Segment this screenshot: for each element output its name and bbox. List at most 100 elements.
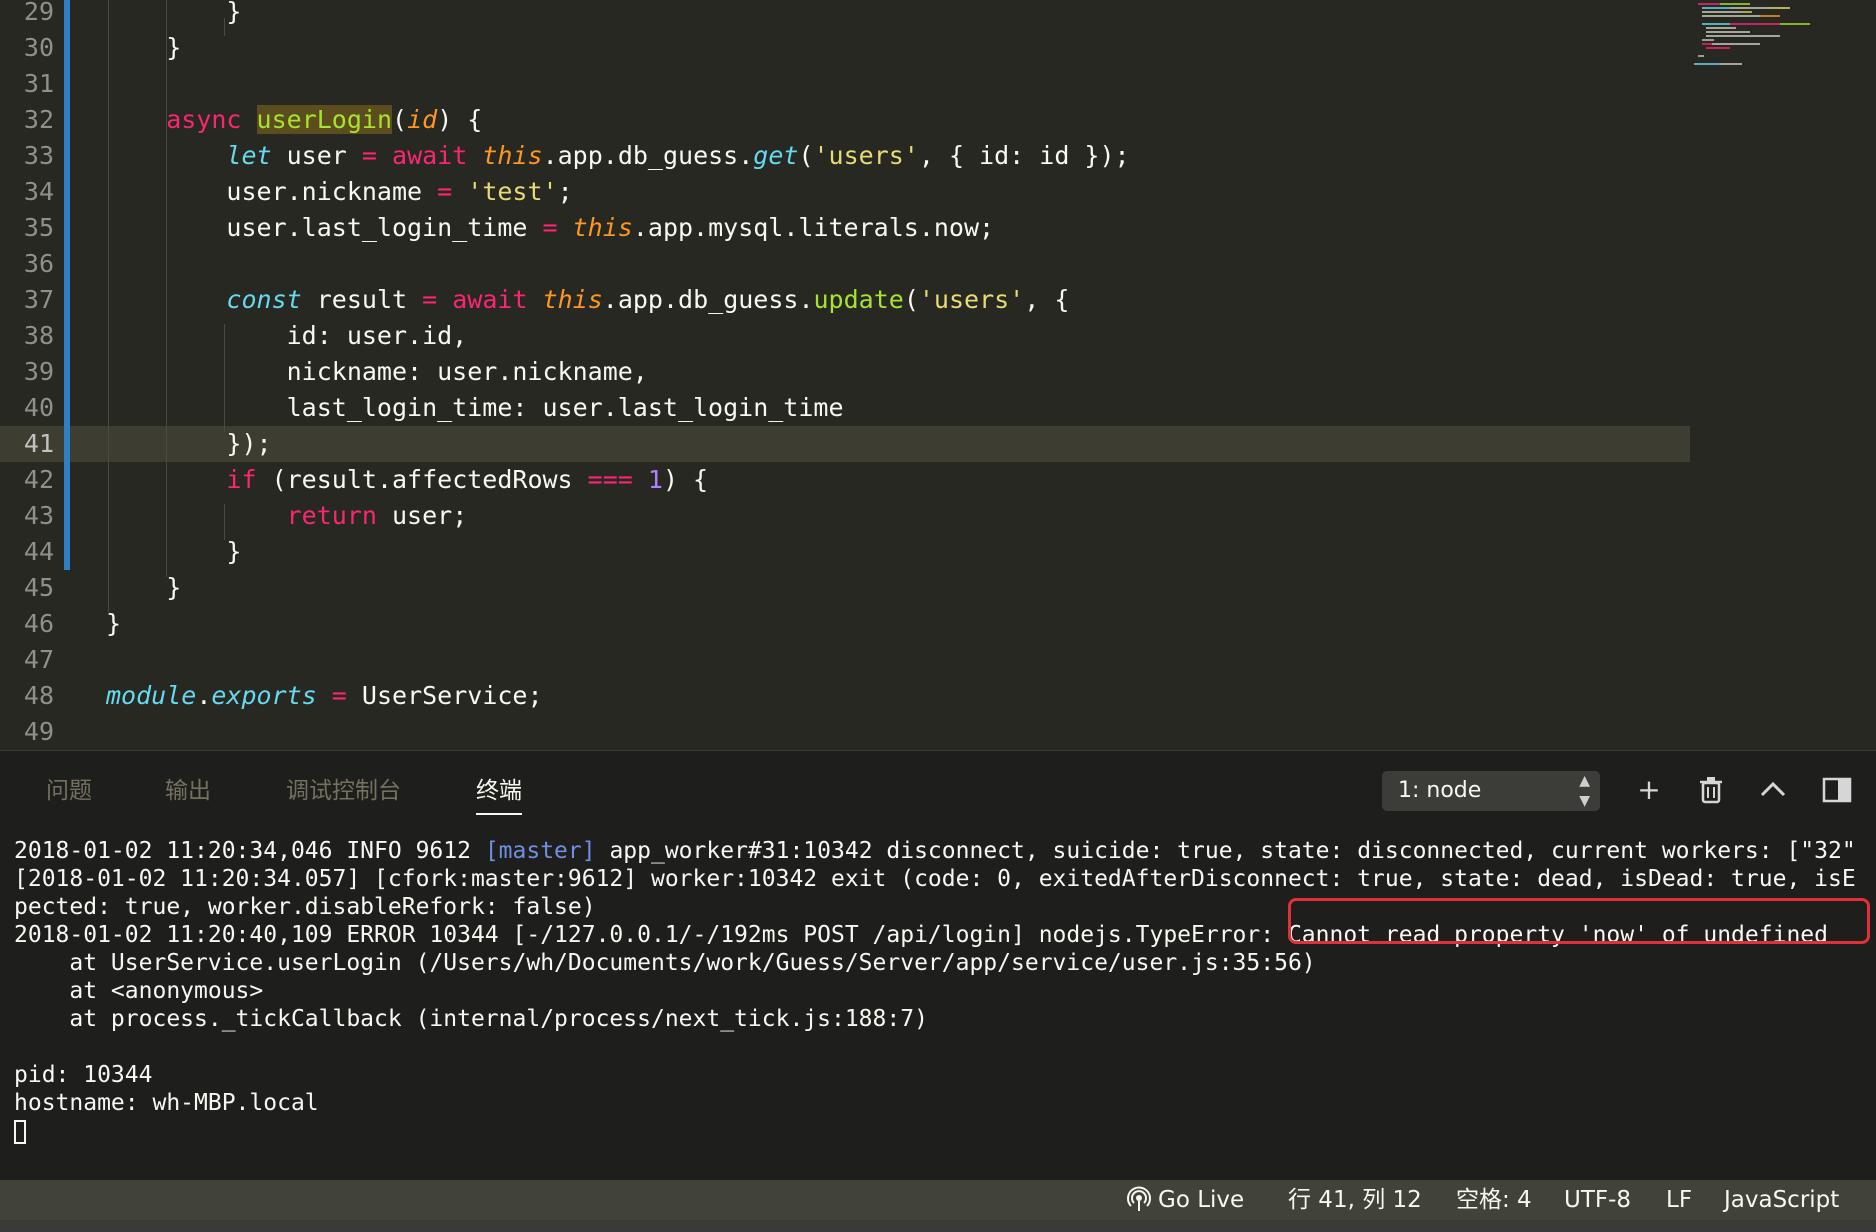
code-line[interactable]: 46} bbox=[0, 606, 1690, 642]
code-line[interactable]: 36 bbox=[0, 246, 1690, 282]
code-line[interactable]: 37 const result = await this.app.db_gues… bbox=[0, 282, 1690, 318]
code-line[interactable]: 31 bbox=[0, 66, 1690, 102]
code-token: id bbox=[407, 105, 438, 134]
code-line[interactable]: 48 module.exports = UserService; bbox=[0, 678, 1690, 714]
select-arrows-icon: ▲ ▼ bbox=[1579, 773, 1590, 809]
code-token: ( bbox=[903, 285, 919, 314]
tab-debug-console[interactable]: 调试控制台 bbox=[286, 771, 401, 805]
git-modified-bar bbox=[64, 0, 70, 570]
code-line[interactable]: 49 bbox=[0, 714, 1690, 750]
code-token: if bbox=[226, 465, 257, 494]
indent-guide bbox=[166, 0, 167, 577]
go-live-label: Go Live bbox=[1158, 1187, 1245, 1213]
terminal-select[interactable]: 1: node ▲ ▼ bbox=[1382, 771, 1600, 811]
encoding-setting[interactable]: UTF-8 bbox=[1564, 1180, 1631, 1220]
code-token: ; bbox=[557, 177, 573, 206]
code-line[interactable]: 30 } bbox=[0, 30, 1690, 66]
code-line[interactable]: 45 } bbox=[0, 570, 1690, 606]
code-line[interactable]: 29 } bbox=[0, 0, 1690, 30]
terminal-line: [2018-01-02 11:20:34.057] [cfork:master:… bbox=[14, 865, 1874, 893]
go-live-button[interactable]: Go Live bbox=[1126, 1180, 1244, 1220]
tab-output[interactable]: 输出 bbox=[165, 771, 211, 805]
terminal-line: at <anonymous> bbox=[14, 977, 1874, 1005]
terminal-text: hostname: wh-MBP.local bbox=[14, 1090, 319, 1116]
error-highlight-box bbox=[1288, 898, 1870, 944]
line-number: 48 bbox=[23, 681, 54, 710]
code-line[interactable]: 47 bbox=[0, 642, 1690, 678]
code-token: update bbox=[813, 285, 904, 314]
code-token: async bbox=[166, 105, 242, 134]
code-token: nickname: user.nickname, bbox=[106, 357, 648, 386]
code-token: this bbox=[572, 213, 633, 242]
terminal-text: at process._tickCallback (internal/proce… bbox=[14, 1006, 928, 1032]
line-number: 43 bbox=[23, 501, 54, 530]
close-panel-button[interactable] bbox=[1820, 773, 1854, 807]
code-line[interactable]: 35 user.last_login_time = this.app.mysql… bbox=[0, 210, 1690, 246]
code-token: get bbox=[753, 141, 799, 170]
code-line[interactable]: 34 user.nickname = 'test'; bbox=[0, 174, 1690, 210]
terminal-text: pid: 10344 bbox=[14, 1062, 153, 1088]
add-terminal-button[interactable]: + bbox=[1632, 773, 1666, 807]
code-text: id: user.id, bbox=[106, 318, 468, 354]
line-number: 45 bbox=[23, 573, 54, 602]
code-text: last_login_time: user.last_login_time bbox=[106, 390, 844, 426]
code-token: } bbox=[106, 537, 242, 566]
indent-guide bbox=[224, 324, 225, 432]
trash-icon bbox=[1700, 777, 1722, 804]
code-token: let bbox=[226, 141, 272, 170]
code-token: 'users' bbox=[813, 141, 919, 170]
code-token: } bbox=[106, 0, 242, 26]
indentation-setting[interactable]: 空格: 4 bbox=[1456, 1180, 1532, 1220]
code-line[interactable]: 43 return user; bbox=[0, 498, 1690, 534]
code-editor[interactable]: 29 } 30 } 31 32 async userLogin(id) {33 let… bbox=[0, 0, 1876, 750]
code-token: id: user.id, bbox=[106, 321, 468, 350]
line-number: 34 bbox=[23, 177, 54, 206]
tab-terminal[interactable]: 终端 bbox=[476, 771, 522, 815]
code-token: . bbox=[196, 681, 212, 710]
code-line[interactable]: 39 nickname: user.nickname, bbox=[0, 354, 1690, 390]
code-line[interactable]: 33 let user = await this.app.db_guess.ge… bbox=[0, 138, 1690, 174]
code-line[interactable]: 42 if (result.affectedRows === 1) { bbox=[0, 462, 1690, 498]
language-mode[interactable]: JavaScript bbox=[1724, 1180, 1839, 1220]
maximize-panel-button[interactable] bbox=[1756, 773, 1790, 807]
code-line[interactable]: 32 async userLogin(id) { bbox=[0, 102, 1690, 138]
code-line[interactable]: 40 last_login_time: user.last_login_time bbox=[0, 390, 1690, 426]
code-token: = bbox=[331, 681, 347, 710]
code-text: } bbox=[106, 534, 241, 570]
terminal-text: pected: true, worker.disableRefork: fals… bbox=[14, 894, 596, 920]
code-text: async userLogin(id) { bbox=[106, 102, 482, 138]
terminal-output[interactable]: 2018-01-02 11:20:34,046 INFO 9612 [maste… bbox=[14, 837, 1874, 1145]
eol-setting[interactable]: LF bbox=[1666, 1180, 1692, 1220]
tab-problems[interactable]: 问题 bbox=[46, 771, 92, 805]
kill-terminal-button[interactable] bbox=[1694, 773, 1728, 807]
code-token: await bbox=[392, 141, 468, 170]
code-token: return bbox=[286, 501, 377, 530]
line-number: 29 bbox=[23, 0, 54, 26]
cursor-position[interactable]: 行 41, 列 12 bbox=[1288, 1180, 1422, 1220]
code-token: 1 bbox=[647, 465, 663, 494]
code-token: }); bbox=[106, 429, 272, 458]
code-text: let user = await this.app.db_guess.get('… bbox=[106, 138, 1129, 174]
split-layout-icon bbox=[1822, 777, 1852, 803]
line-number: 44 bbox=[23, 537, 54, 566]
line-number: 47 bbox=[23, 645, 54, 674]
minimap[interactable] bbox=[1690, 0, 1876, 90]
code-line[interactable]: 41 }); bbox=[0, 426, 1690, 462]
line-number: 46 bbox=[23, 609, 54, 638]
code-token: user; bbox=[376, 501, 468, 530]
code-token: = bbox=[542, 213, 558, 242]
terminal-line: pid: 10344 bbox=[14, 1061, 1874, 1089]
terminal-line: at UserService.userLogin (/Users/wh/Docu… bbox=[14, 949, 1874, 977]
code-token: 'test' bbox=[467, 177, 558, 206]
line-number: 42 bbox=[23, 465, 54, 494]
code-line[interactable]: 44 } bbox=[0, 534, 1690, 570]
code-line[interactable]: 38 id: user.id, bbox=[0, 318, 1690, 354]
dock-strip bbox=[0, 1220, 1876, 1232]
